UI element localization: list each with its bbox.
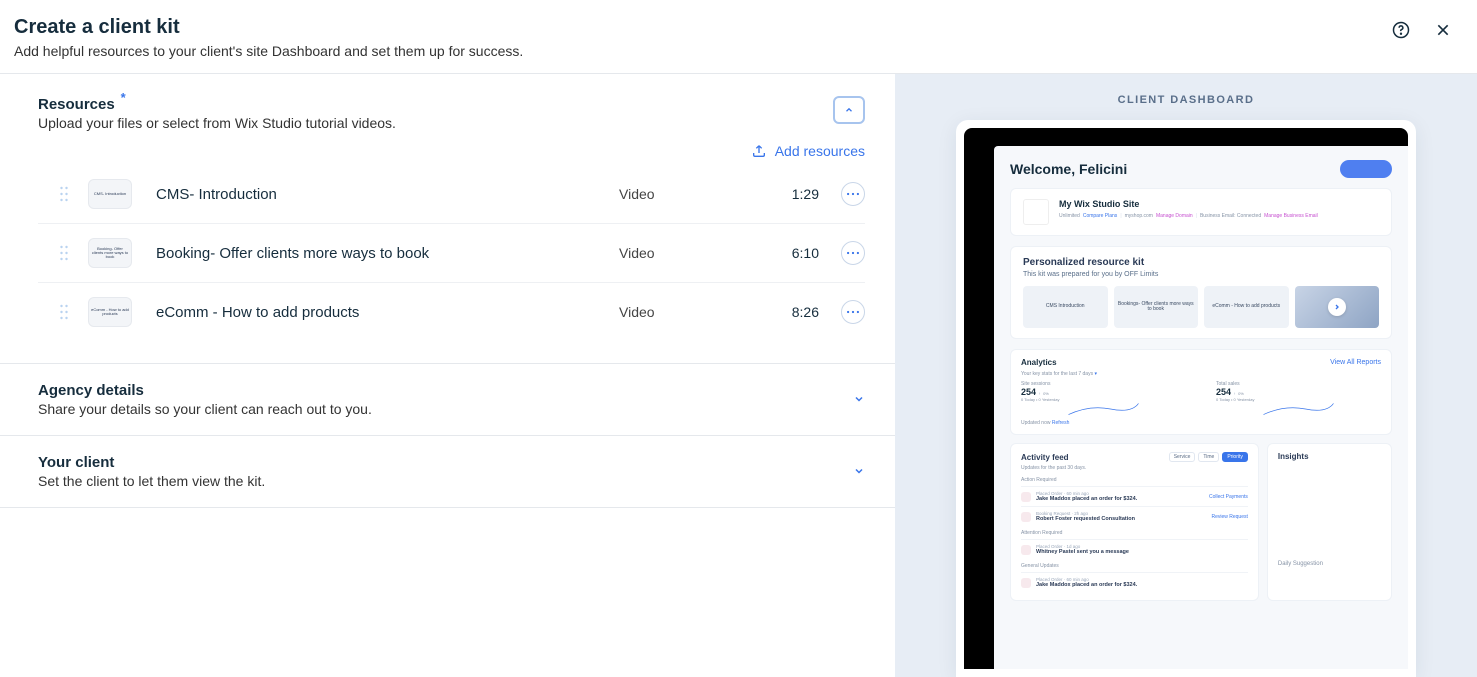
site-meta: Unlimited Compare Plans | myshop.com Man…: [1059, 213, 1379, 219]
agency-desc: Share your details so your client can re…: [38, 401, 372, 417]
insights-suggestion: Daily Suggestion: [1278, 561, 1381, 567]
resources-collapse-button[interactable]: [833, 96, 865, 124]
site-card: My Wix Studio Site Unlimited Compare Pla…: [1010, 188, 1392, 236]
agency-title: Agency details: [38, 382, 144, 399]
resources-list: CMS- Introduction CMS- Introduction Vide…: [38, 165, 865, 341]
client-desc: Set the client to let them view the kit.: [38, 473, 265, 489]
resource-duration: 8:26: [739, 304, 819, 320]
close-button[interactable]: [1429, 16, 1457, 44]
insights-title: Insights: [1278, 452, 1381, 461]
add-resources-label: Add resources: [775, 143, 865, 159]
chevron-down-icon: [853, 393, 865, 405]
chevron-right-icon: [1328, 298, 1346, 316]
activity-item: Placed Order · 1d ago Whitney Pastel sen…: [1021, 539, 1248, 559]
kit-title: Personalized resource kit: [1023, 257, 1379, 268]
resource-title: eComm - How to add products: [156, 304, 619, 321]
activity-card: Activity feed Service Time Priority Upda…: [1010, 443, 1259, 601]
modal-header: Create a client kit Add helpful resource…: [0, 0, 1477, 74]
required-indicator: *: [121, 90, 126, 105]
page-subtitle: Add helpful resources to your client's s…: [14, 43, 523, 59]
device-frame: Welcome, Felicini My Wix Studio Site Unl…: [956, 120, 1416, 677]
stat-site-sessions: Site sessions 254 ↑ 0% 0 Today • 0 Yeste…: [1021, 381, 1186, 416]
analytics-title: Analytics: [1021, 358, 1057, 367]
resource-thumbnail: Booking- Offer clients more ways to book: [88, 238, 132, 268]
analytics-range: Your key stats for the last 7 days ▾: [1021, 371, 1381, 377]
kit-thumb: Bookings- Offer clients more ways to boo…: [1114, 286, 1199, 328]
resource-thumbnail: CMS- Introduction: [88, 179, 132, 209]
resource-type: Video: [619, 186, 739, 202]
resource-duration: 6:10: [739, 245, 819, 261]
welcome-text: Welcome, Felicini: [1010, 161, 1127, 177]
preview-label: CLIENT DASHBOARD: [1118, 94, 1255, 106]
resource-duration: 1:29: [739, 186, 819, 202]
drag-handle[interactable]: [58, 303, 70, 321]
chevron-down-icon: [853, 465, 865, 477]
add-resources-button[interactable]: Add resources: [751, 143, 865, 159]
kit-thumb: eComm - How to add products: [1204, 286, 1289, 328]
drag-handle[interactable]: [58, 185, 70, 203]
more-icon: [846, 192, 860, 196]
resource-thumbnail: eComm - How to add products: [88, 297, 132, 327]
resource-title: Booking- Offer clients more ways to book: [156, 245, 619, 262]
resource-row: CMS- Introduction CMS- Introduction Vide…: [38, 165, 865, 223]
upload-icon: [751, 143, 767, 159]
kit-subtitle: This kit was prepared for you by OFF Lim…: [1023, 271, 1379, 278]
kit-thumb: CMS Introduction: [1023, 286, 1108, 328]
section-resources: Resources* Upload your files or select f…: [0, 74, 895, 364]
resource-more-button[interactable]: [841, 182, 865, 206]
help-button[interactable]: [1387, 16, 1415, 44]
stat-total-sales: Total sales 254 ↑ 0% 0 Today • 0 Yesterd…: [1216, 381, 1381, 416]
preview-action-pill: [1340, 160, 1392, 178]
resource-title: CMS- Introduction: [156, 186, 619, 203]
activity-item: Placed Order · 60 min ago Jake Maddox pl…: [1021, 486, 1248, 506]
resource-type: Video: [619, 304, 739, 320]
resource-type: Video: [619, 245, 739, 261]
activity-item: Placed Order · 60 min ago Jake Maddox pl…: [1021, 572, 1248, 592]
resource-row: Booking- Offer clients more ways to book…: [38, 223, 865, 282]
help-icon: [1392, 21, 1410, 39]
site-avatar: [1023, 199, 1049, 225]
preview-panel: CLIENT DASHBOARD Welcome, Felicini My Wi…: [895, 74, 1477, 677]
close-icon: [1435, 22, 1451, 38]
resource-row: eComm - How to add products eComm - How …: [38, 282, 865, 341]
dashboard-preview: Welcome, Felicini My Wix Studio Site Unl…: [994, 146, 1408, 669]
section-agency[interactable]: Agency details Share your details so you…: [0, 364, 895, 436]
resource-more-button[interactable]: [841, 241, 865, 265]
kit-card: Personalized resource kit This kit was p…: [1010, 246, 1392, 339]
activity-title: Activity feed: [1021, 453, 1069, 462]
chevron-up-icon: [844, 105, 854, 115]
section-client[interactable]: Your client Set the client to let them v…: [0, 436, 895, 508]
resources-title: Resources*: [38, 96, 115, 113]
more-icon: [846, 310, 860, 314]
activity-item: Booking Request · 2h ago Robert Foster r…: [1021, 506, 1248, 526]
activity-filters: Service Time Priority: [1169, 452, 1248, 462]
form-panel: Resources* Upload your files or select f…: [0, 74, 895, 677]
resources-desc: Upload your files or select from Wix Stu…: [38, 115, 396, 131]
more-icon: [846, 251, 860, 255]
view-all-reports: View All Reports: [1330, 359, 1381, 366]
insights-card: Insights Daily Suggestion: [1267, 443, 1392, 601]
drag-handle[interactable]: [58, 244, 70, 262]
client-title: Your client: [38, 454, 114, 471]
resource-more-button[interactable]: [841, 300, 865, 324]
kit-thumb-more: [1295, 286, 1380, 328]
client-expand-button[interactable]: [853, 464, 865, 480]
analytics-card: Analytics View All Reports Your key stat…: [1010, 349, 1392, 435]
site-name: My Wix Studio Site: [1059, 199, 1379, 209]
page-title: Create a client kit: [14, 16, 523, 39]
agency-expand-button[interactable]: [853, 392, 865, 408]
